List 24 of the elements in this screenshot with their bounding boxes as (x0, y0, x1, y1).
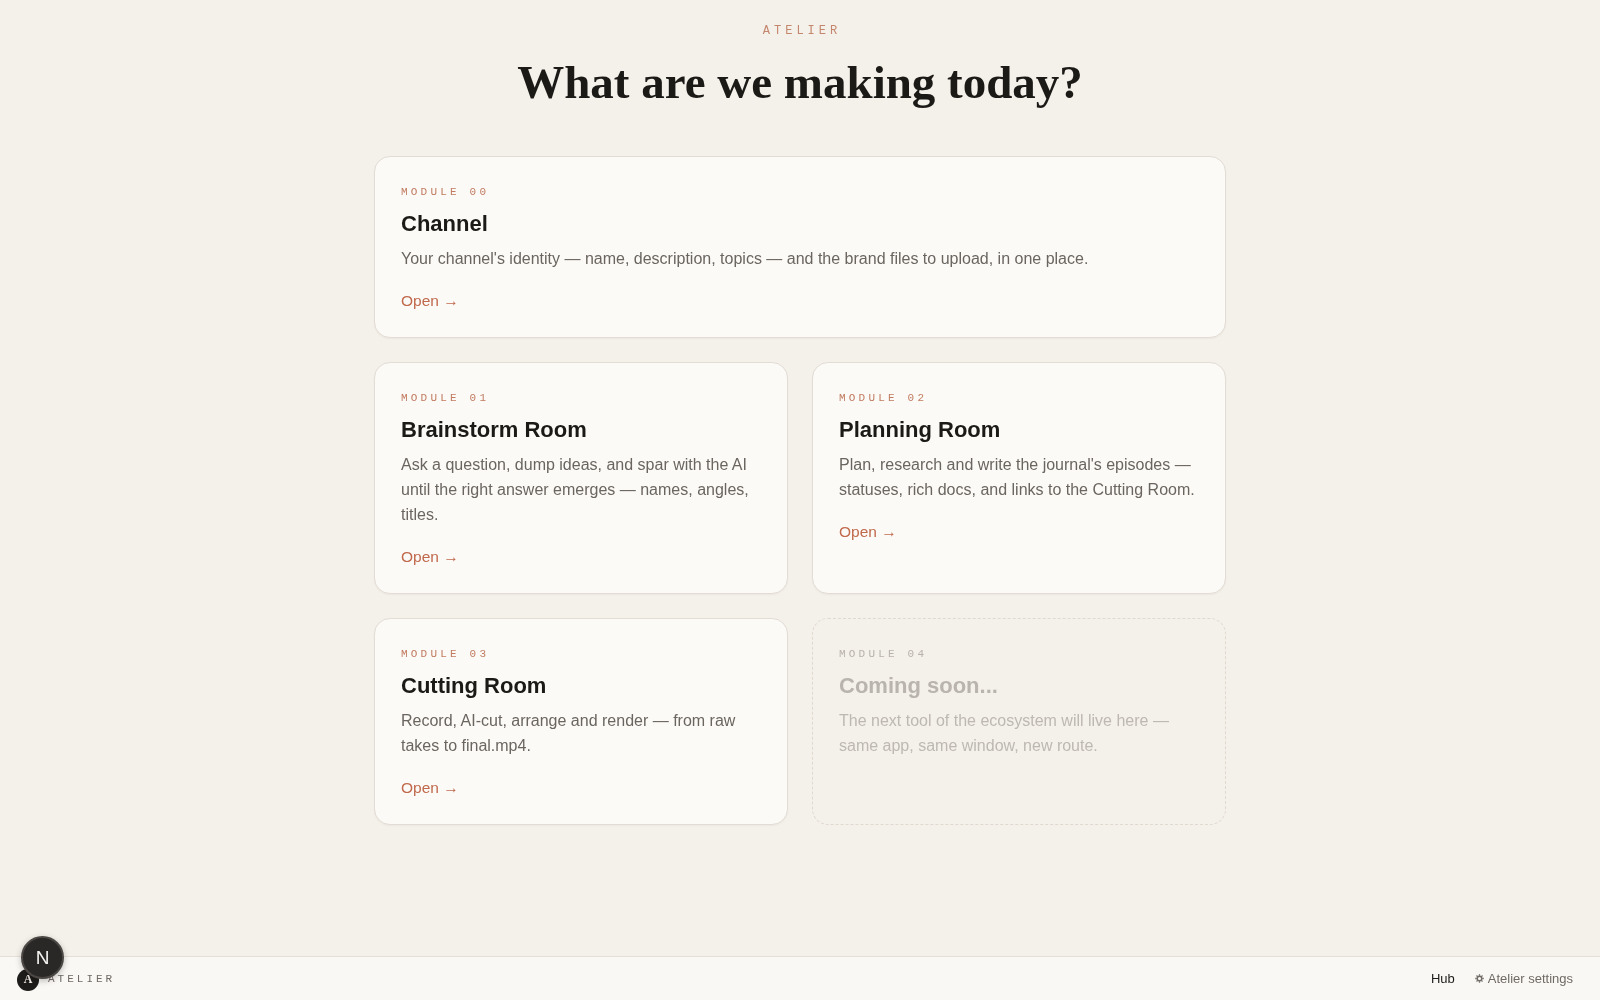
module-description: Plan, research and write the journal's episodes — statuses, rich docs, and links to the Cutting Room. (839, 455, 1196, 500)
nav-link[interactable]: Hub (1430, 971, 1455, 986)
module-number: MODULE 01 (401, 391, 491, 405)
module-description: Your channel's identity — name, description, topics — and the brand files to upload, in one place. (401, 249, 1090, 269)
module-title: Channel (401, 210, 489, 238)
open-link[interactable]: Open → (401, 291, 459, 311)
module-number: MODULE 03 (401, 647, 491, 661)
module-description: Record, AI-cut, arrange and render — from raw takes to final.mp4. (401, 711, 737, 756)
module-title: Coming soon... (839, 672, 999, 700)
eyebrow-label: ATELIER (761, 24, 842, 38)
open-link[interactable]: Open → (401, 547, 459, 567)
settings-icon (1474, 974, 1484, 983)
page-heading: What are we making today? (517, 56, 1083, 108)
module-description: Ask a question, dump ideas, and spar with the AI until the right answer emerges — names, angles, titles. (401, 455, 750, 525)
open-link[interactable]: Open → (401, 778, 459, 798)
open-link[interactable]: Open → (839, 522, 897, 542)
module-number: MODULE 04 (839, 647, 929, 661)
module-title: Cutting Room (401, 672, 548, 700)
module-number: MODULE 02 (839, 391, 929, 405)
module-number: MODULE 00 (401, 185, 491, 199)
module-description: The next tool of the ecosystem will live here — same app, same window, new route. (839, 711, 1170, 756)
settings-link[interactable]: Atelier settings (1474, 971, 1573, 986)
module-title: Brainstorm Room (401, 416, 588, 444)
module-title: Planning Room (839, 416, 1002, 444)
